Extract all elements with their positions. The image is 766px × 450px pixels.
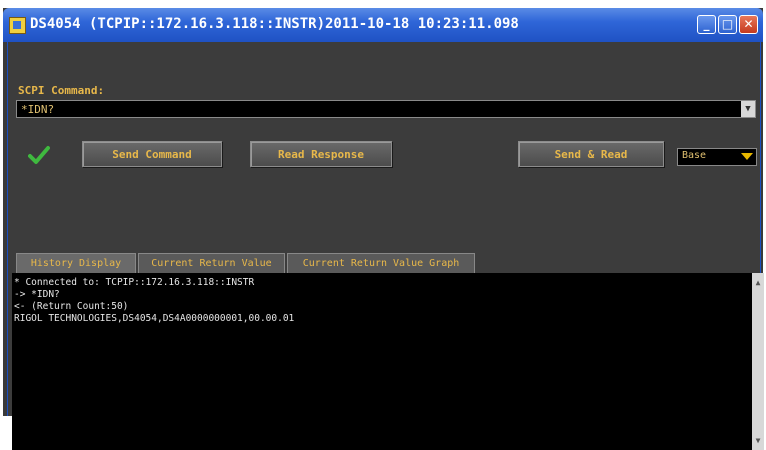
close-button[interactable]: ✕	[739, 15, 758, 34]
scpi-command-label: SCPI Command:	[18, 84, 105, 97]
tab-current-return-value[interactable]: Current Return Value	[138, 253, 285, 273]
close-icon: ✕	[743, 17, 754, 31]
chevron-down-icon: ▼	[745, 104, 751, 114]
app-icon	[9, 17, 26, 34]
dropdown-arrow-icon[interactable]	[741, 153, 753, 160]
command-dropdown-button[interactable]: ▼	[741, 101, 755, 117]
app-window: DS4054 (TCPIP::172.16.3.118::INSTR)2011-…	[3, 8, 764, 450]
tab-history-display[interactable]: History Display	[16, 253, 136, 273]
minimize-icon: _	[703, 17, 710, 31]
scpi-command-value[interactable]: *IDN?	[21, 103, 54, 116]
window-title: DS4054 (TCPIP::172.16.3.118::INSTR)2011-…	[30, 16, 519, 32]
history-line: <- (Return Count:50)	[14, 301, 129, 312]
format-select[interactable]: Base	[677, 148, 757, 166]
green-checkmark-icon	[28, 146, 50, 164]
send-command-button[interactable]: Send Command	[82, 141, 222, 167]
format-selected-value: Base	[682, 150, 707, 161]
history-line: RIGOL TECHNOLOGIES,DS4054,DS4A0000000001…	[14, 313, 295, 324]
history-line: -> *IDN?	[14, 289, 60, 300]
scroll-down-icon[interactable]: ▼	[752, 434, 764, 448]
history-scrollbar[interactable]: ▲ ▼	[752, 273, 764, 450]
read-response-button[interactable]: Read Response	[250, 141, 392, 167]
tab-current-return-value-graph[interactable]: Current Return Value Graph	[287, 253, 475, 273]
client-area: SCPI Command: *IDN? ▼ Send Command Read …	[7, 42, 764, 450]
scroll-up-icon[interactable]: ▲	[752, 276, 764, 290]
minimize-button[interactable]: _	[697, 15, 716, 34]
scpi-command-input[interactable]: *IDN? ▼	[16, 100, 756, 118]
maximize-icon: □	[721, 17, 734, 31]
send-and-read-button[interactable]: Send & Read	[518, 141, 664, 167]
maximize-button[interactable]: □	[718, 15, 737, 34]
title-bar[interactable]: DS4054 (TCPIP::172.16.3.118::INSTR)2011-…	[3, 8, 763, 42]
history-line: * Connected to: TCPIP::172.16.3.118::INS…	[14, 277, 255, 288]
history-display-panel[interactable]: * Connected to: TCPIP::172.16.3.118::INS…	[12, 273, 752, 450]
